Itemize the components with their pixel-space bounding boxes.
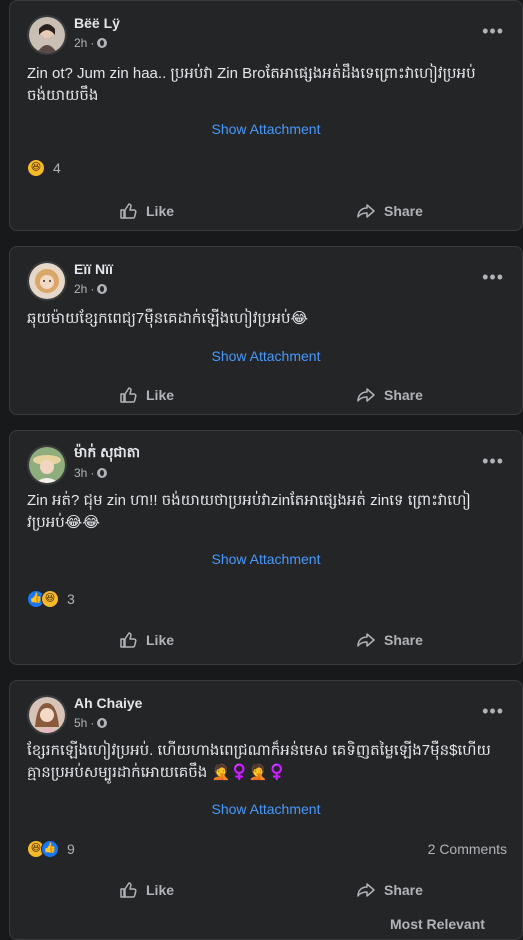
share-label: Share — [384, 632, 423, 648]
globe-icon — [97, 468, 108, 478]
post-card: Ah Chaiye 5h · ••• ខ្សែរកឡើងហៀវប្រអប់. ហើ… — [9, 680, 523, 940]
comments-count-link[interactable]: 2 Comments — [428, 841, 507, 857]
reaction-count: 4 — [53, 160, 61, 176]
post-time[interactable]: 3h — [74, 466, 87, 480]
post-card: ម៉ាក់ សុជាតា 3h · ••• Zin អត់? ជុម zin ហា… — [9, 430, 523, 665]
thumbs-up-icon — [120, 632, 137, 648]
like-label: Like — [146, 882, 175, 898]
post-card: Bëë Lÿ 2h · ••• Zin ot? Jum zin haa.. ប្រ… — [9, 0, 523, 231]
avatar[interactable] — [27, 445, 67, 485]
reaction-count: 3 — [67, 591, 75, 607]
show-attachment-link[interactable]: Show Attachment — [10, 121, 522, 137]
post-card: Eïï Nïï 2h · ••• ឆុយម៉ាយខ្សែកពេជ្យ7ម៉ឺនគេ… — [9, 246, 523, 415]
share-label: Share — [384, 882, 423, 898]
post-text: Zin អត់? ជុម zin ហា!! ចង់យាយថាប្រអប់វាzi… — [27, 492, 471, 531]
post-time[interactable]: 2h — [74, 282, 87, 296]
haha-reaction-icon: 😆 — [41, 590, 59, 608]
reaction-summary[interactable]: 👍 😆 3 — [27, 590, 75, 608]
avatar[interactable] — [27, 695, 67, 735]
post-text: Zin ot? Jum zin haa.. ប្រអប់វា Zin Broតែ… — [27, 65, 476, 104]
share-button[interactable]: Share — [356, 630, 423, 650]
author-name[interactable]: Bëë Lÿ — [74, 15, 120, 31]
like-label: Like — [146, 203, 175, 219]
like-label: Like — [146, 632, 175, 648]
globe-icon — [97, 718, 108, 728]
more-options-icon[interactable]: ••• — [482, 21, 504, 42]
author-name[interactable]: ម៉ាក់ សុជាតា — [74, 443, 140, 464]
haha-reaction-icon: 😆 — [27, 159, 45, 177]
share-icon — [357, 883, 375, 897]
author-name[interactable]: Ah Chaiye — [74, 695, 142, 711]
thumbs-up-icon — [120, 387, 137, 403]
post-meta: 2h · — [74, 282, 108, 296]
reaction-summary[interactable]: 😆 4 — [27, 159, 61, 177]
comment-sort-label[interactable]: Most Relevant — [390, 916, 485, 932]
reaction-summary[interactable]: 😆 👍 9 — [27, 840, 75, 858]
like-button[interactable]: Like — [118, 385, 174, 405]
post-meta: 5h · — [74, 716, 108, 730]
post-meta: 3h · — [74, 466, 108, 480]
more-options-icon[interactable]: ••• — [482, 701, 504, 722]
like-label: Like — [146, 387, 175, 403]
show-attachment-link[interactable]: Show Attachment — [10, 551, 522, 567]
share-icon — [357, 388, 375, 402]
share-button[interactable]: Share — [356, 880, 423, 900]
thumbs-up-icon — [120, 882, 137, 898]
like-button[interactable]: Like — [118, 201, 174, 221]
globe-icon — [97, 284, 108, 294]
avatar[interactable] — [27, 261, 67, 301]
reaction-count: 9 — [67, 841, 75, 857]
post-text: ឆុយម៉ាយខ្សែកពេជ្យ7ម៉ឺនគេដាក់ឡើងហៀវប្រអប់… — [27, 310, 309, 327]
post-time[interactable]: 5h — [74, 716, 87, 730]
like-button[interactable]: Like — [118, 880, 174, 900]
like-button[interactable]: Like — [118, 630, 174, 650]
post-meta: 2h · — [74, 36, 108, 50]
share-icon — [357, 633, 375, 647]
avatar[interactable] — [27, 15, 67, 55]
like-reaction-icon: 👍 — [41, 840, 59, 858]
more-options-icon[interactable]: ••• — [482, 451, 504, 472]
share-button[interactable]: Share — [356, 385, 423, 405]
share-button[interactable]: Share — [356, 201, 423, 221]
show-attachment-link[interactable]: Show Attachment — [10, 801, 522, 817]
share-label: Share — [384, 203, 423, 219]
author-name[interactable]: Eïï Nïï — [74, 261, 113, 277]
globe-icon — [97, 38, 108, 48]
post-text: ខ្សែរកឡើងហៀវប្រអប់. ហើយហាងពេជ្រណាក៏អន់មេ… — [27, 742, 491, 781]
post-time[interactable]: 2h — [74, 36, 87, 50]
show-attachment-link[interactable]: Show Attachment — [10, 348, 522, 364]
more-options-icon[interactable]: ••• — [482, 267, 504, 288]
share-label: Share — [384, 387, 423, 403]
share-icon — [357, 204, 375, 218]
thumbs-up-icon — [120, 203, 137, 219]
